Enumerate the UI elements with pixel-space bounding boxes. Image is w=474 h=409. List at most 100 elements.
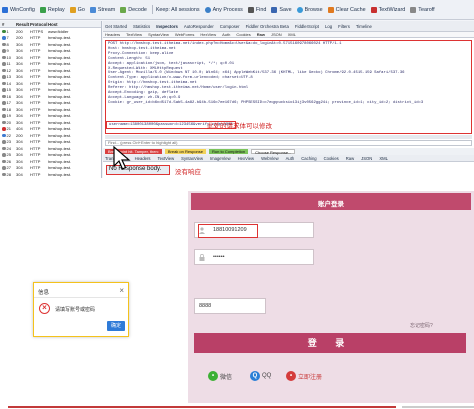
req-tab-cookies[interactable]: Cookies: [236, 32, 250, 37]
resp-tab-cookies[interactable]: Cookies: [324, 156, 339, 161]
tab-fiddler-orchestra[interactable]: Fiddler Orchestra Beta: [246, 24, 289, 29]
session-host-text: hmshop-test.: [48, 126, 72, 132]
save-button[interactable]: Save: [271, 6, 292, 13]
session-row[interactable]: 21 404 HTTP hmshop-test.: [0, 126, 101, 133]
req-tab-syntaxview[interactable]: SyntaxView: [148, 32, 169, 37]
decode-button[interactable]: Decode: [120, 6, 147, 13]
req-tab-webforms[interactable]: WebForms: [175, 32, 194, 37]
req-tab-textview[interactable]: TextView: [126, 32, 142, 37]
go-button[interactable]: Go: [69, 6, 85, 13]
session-row[interactable]: 14 304 HTTP hmshop-test.: [0, 80, 101, 87]
resp-tab-raw[interactable]: Raw: [346, 156, 354, 161]
stream-button[interactable]: Stream: [89, 6, 115, 13]
session-row[interactable]: 13 304 HTTP hmshop-test.: [0, 74, 101, 81]
tab-statistics[interactable]: Statistics: [133, 24, 150, 29]
resp-tab-imageview[interactable]: ImageView: [210, 156, 231, 161]
col-protocol-header[interactable]: Protocol: [30, 22, 48, 27]
forgot-password-link[interactable]: 忘记密码?: [410, 322, 433, 329]
session-row[interactable]: 15 304 HTTP hmshop-test.: [0, 87, 101, 94]
tab-composer[interactable]: Composer: [220, 24, 240, 29]
tearoff-button[interactable]: Tearoff: [410, 6, 435, 13]
resp-tab-webview[interactable]: WebView: [261, 156, 279, 161]
session-row[interactable]: 25 304 HTTP hmshop-test.: [0, 152, 101, 159]
session-row[interactable]: 10 304 HTTP hmshop-test.: [0, 54, 101, 61]
clear-cache-button[interactable]: Clear Cache: [327, 6, 366, 13]
session-number-text: 21: [6, 126, 11, 132]
req-tab-json[interactable]: JSON: [271, 32, 282, 37]
choose-response-dropdown[interactable]: Choose Response...: [251, 148, 296, 155]
session-number: 25: [0, 152, 16, 157]
session-row[interactable]: 7 200 HTTP hmshop-test.: [0, 35, 101, 42]
raw-request-editor[interactable]: POST http://hmshop-test.itheima.net/inde…: [105, 40, 472, 134]
session-row[interactable]: 16 304 HTTP hmshop-test.: [0, 93, 101, 100]
req-tab-headers[interactable]: Headers: [105, 32, 120, 37]
session-row[interactable]: 8 304 HTTP hmshop-test.: [0, 41, 101, 48]
session-row[interactable]: 23 304 HTTP hmshop-test.: [0, 139, 101, 146]
winconfig-button[interactable]: WinConfig: [2, 6, 35, 13]
session-row[interactable]: 28 304 HTTP hmshop-test.: [0, 171, 101, 178]
tab-fiddlerscript[interactable]: FiddlerScript: [295, 24, 319, 29]
find-button[interactable]: Find: [247, 6, 266, 13]
horizontal-scrollbar[interactable]: [105, 135, 472, 139]
dialog-ok-button[interactable]: 确定: [107, 321, 125, 331]
resp-tab-xml[interactable]: XML: [379, 156, 388, 161]
req-tab-hexview[interactable]: HexView: [200, 32, 216, 37]
session-row[interactable]: 17 304 HTTP hmshop-test.: [0, 100, 101, 107]
session-row[interactable]: 24 304 HTTP hmshop-test.: [0, 145, 101, 152]
req-tab-auth[interactable]: Auth: [222, 32, 230, 37]
resp-tab-caching[interactable]: Caching: [301, 156, 316, 161]
session-row[interactable]: 27 304 HTTP hmshop-test.: [0, 165, 101, 172]
session-protocol-text: HTTP: [30, 106, 41, 112]
session-row[interactable]: 18 304 HTTP hmshop-test.: [0, 106, 101, 113]
resp-tab-syntaxview[interactable]: SyntaxView: [181, 156, 203, 161]
tab-filters[interactable]: Filters: [338, 24, 350, 29]
tab-get-started[interactable]: Get Started: [105, 24, 127, 29]
session-row[interactable]: 11 304 HTTP hmshop-test.: [0, 61, 101, 68]
req-tab-xml[interactable]: XML: [288, 32, 296, 37]
resp-tab-textview[interactable]: TextView: [157, 156, 174, 161]
session-row[interactable]: 19 304 HTTP hmshop-test.: [0, 113, 101, 120]
session-protocol: HTTPS: [30, 29, 48, 34]
close-icon[interactable]: ×: [119, 286, 124, 295]
tab-timeline[interactable]: Timeline: [356, 24, 372, 29]
session-row[interactable]: 9 304 HTTP hmshop-test.: [0, 48, 101, 55]
replay-button[interactable]: Replay: [39, 6, 65, 13]
session-protocol: HTTP: [30, 126, 48, 131]
find-input[interactable]: Find... (press Ctrl+Enter to highlight a…: [105, 140, 472, 146]
login-panel: 账户登录 18810091209 •••••• 8888 忘记密码? 登 录 •…: [188, 191, 474, 403]
keep-sessions-dropdown[interactable]: Keep: All sessions: [156, 7, 200, 13]
break-on-response-button[interactable]: Break on Response: [164, 148, 206, 155]
register-link[interactable]: • 立即注册: [286, 371, 322, 381]
session-row[interactable]: 26 304 HTTP hmshop-test.: [0, 158, 101, 165]
tab-log[interactable]: Log: [325, 24, 332, 29]
session-protocol: HTTP: [30, 152, 48, 157]
session-row[interactable]: 12 304 HTTP hmshop-test.: [0, 67, 101, 74]
any-process-button[interactable]: Any Process: [204, 6, 243, 13]
resp-tab-auth[interactable]: Auth: [286, 156, 295, 161]
session-protocol-text: HTTP: [30, 100, 41, 106]
col-host-header[interactable]: Host: [48, 22, 88, 27]
qq-login[interactable]: Q QQ: [250, 371, 271, 381]
login-button[interactable]: 登 录: [194, 333, 466, 353]
browse-button[interactable]: Browse: [296, 6, 323, 13]
session-protocol-text: HTTP: [30, 113, 41, 119]
col-result-header[interactable]: Result: [16, 22, 30, 27]
tab-autoresponder[interactable]: AutoResponder: [184, 24, 214, 29]
session-result-text: 304: [16, 165, 23, 171]
session-row[interactable]: 29304HTTPhmshop-test.: [0, 178, 101, 179]
session-row[interactable]: 1 200 HTTPS www.fiddler: [0, 28, 101, 35]
resp-tab-json[interactable]: JSON: [361, 156, 372, 161]
password-input[interactable]: ••••••: [194, 249, 314, 265]
captcha-input[interactable]: 8888: [194, 298, 266, 314]
resp-tab-hexview[interactable]: HexView: [238, 156, 254, 161]
session-row[interactable]: 20 304 HTTP hmshop-test.: [0, 119, 101, 126]
resp-tab-headers[interactable]: Headers: [135, 156, 151, 161]
session-row[interactable]: 22 200 HTTP hmshop-test.: [0, 132, 101, 139]
textwizard-button[interactable]: TextWizard: [370, 6, 405, 13]
col-number-header[interactable]: #: [0, 22, 16, 27]
wechat-login[interactable]: • 微信: [208, 371, 232, 381]
wechat-label: 微信: [220, 374, 233, 381]
run-to-completion-button[interactable]: Run to Completion: [209, 148, 249, 155]
req-tab-raw[interactable]: Raw: [257, 32, 265, 37]
tab-inspectors[interactable]: Inspectors: [156, 24, 178, 29]
